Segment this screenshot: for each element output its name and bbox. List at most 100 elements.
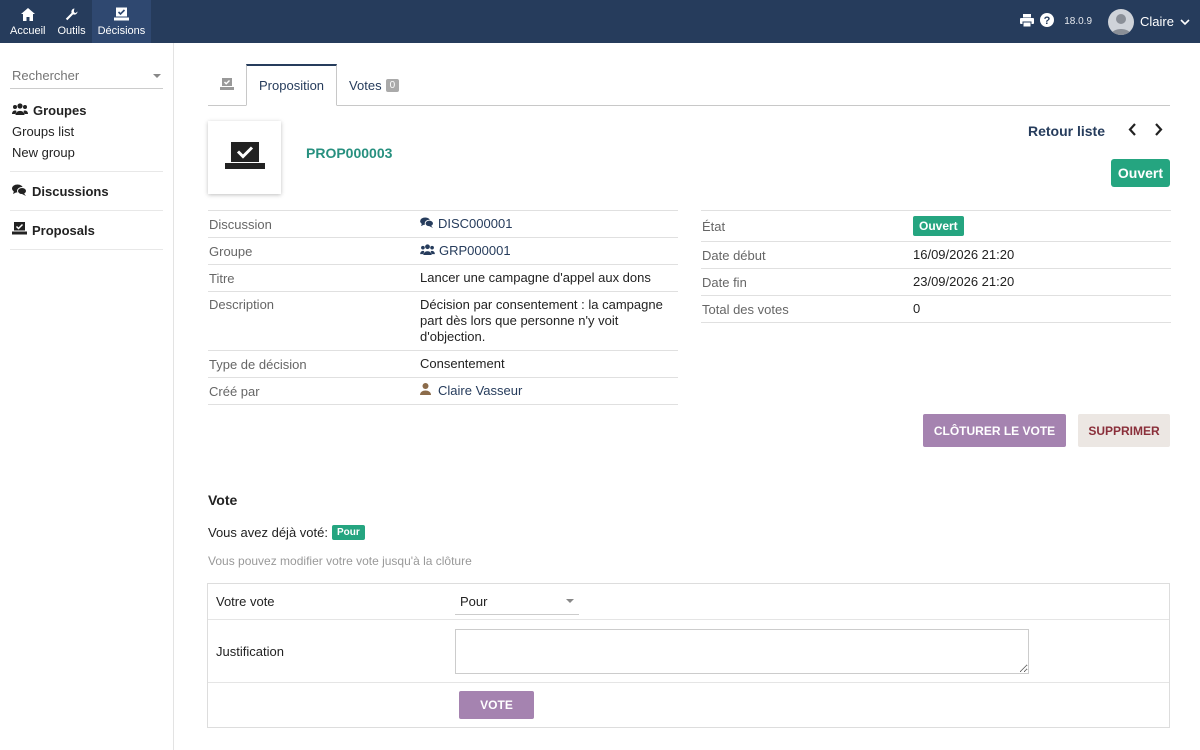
nav-decisions[interactable]: Décisions (91, 0, 152, 43)
prop-value-date-fin: 23/09/2026 21:20 (913, 274, 1015, 289)
tab-proposition[interactable]: Proposition (246, 64, 338, 106)
nav-outils-label: Outils (57, 25, 86, 37)
already-voted-label: Vous avez déjà voté: (208, 525, 328, 540)
sidebar-item-new-group[interactable]: New group (12, 142, 161, 163)
avatar[interactable] (1108, 8, 1135, 35)
votes-count-badge: 0 (385, 78, 400, 92)
status-badge: Ouvert (913, 216, 964, 236)
chevron-down-icon (566, 599, 574, 603)
menu-discussions: Discussions (10, 172, 163, 211)
creator-name: Claire Vasseur (438, 383, 523, 398)
justification-textarea[interactable] (455, 628, 1029, 674)
vote-select[interactable]: Pour (455, 588, 579, 615)
wrench-icon (65, 6, 78, 22)
prop-row-discussion: Discussion DISC000001 (208, 211, 678, 238)
field-label: Justification (216, 643, 284, 659)
sidebar-item-discussions[interactable]: Discussions (12, 180, 161, 202)
user-icon (420, 383, 431, 399)
sidebar-item-proposals[interactable]: Proposals (12, 219, 161, 241)
search-input[interactable] (12, 68, 132, 83)
help-icon[interactable]: ? (1040, 13, 1055, 30)
prop-row-type: Type de décision Consentement (208, 351, 678, 378)
group-ref: GRP000001 (439, 243, 511, 258)
chevron-down-icon[interactable] (1180, 14, 1190, 29)
prop-value-etat: Ouvert (913, 216, 1171, 236)
prop-label: Créé par (209, 383, 260, 399)
prop-row-groupe: Groupe GRP000001 (208, 238, 678, 265)
top-bar: Accueil Outils Décisions ? 18.0.9 Claire (0, 0, 1200, 43)
vote-box-icon (12, 222, 27, 238)
vote-select-value: Pour (460, 593, 488, 609)
svg-text:?: ? (1044, 15, 1051, 27)
prop-value-type: Consentement (420, 356, 505, 371)
already-voted-line: Vous avez déjà voté: Pour (208, 525, 365, 540)
sidebar: Groupes Groups list New group Discussion… (0, 43, 174, 750)
prop-label: État (702, 218, 726, 234)
prop-label: Groupe (209, 243, 253, 259)
sidebar-item-groups-list[interactable]: Groups list (12, 121, 161, 142)
menu-proposals: Proposals (10, 211, 163, 250)
sidebar-item-groupes-label: Groupes (33, 102, 87, 118)
vote-box-icon (113, 6, 129, 22)
main-content: Proposition Votes 0 PROP000003 Retour li… (174, 43, 1200, 750)
vote-section-title: Vote (208, 492, 238, 508)
tab-bar: Proposition Votes 0 (208, 64, 1170, 106)
prop-row-etat: État Ouvert (701, 211, 1171, 242)
record-navigation (1126, 121, 1164, 137)
prop-value-date-debut: 16/09/2026 21:20 (913, 247, 1015, 262)
nav-outils[interactable]: Outils (51, 0, 91, 43)
form-row-vote: Votre vote Pour (208, 584, 1169, 620)
delete-button[interactable]: SUPPRIMER (1078, 414, 1170, 447)
chevron-left-icon[interactable] (1126, 121, 1138, 137)
sidebar-search[interactable] (10, 63, 163, 89)
comments-icon (420, 216, 434, 232)
vote-submit-button[interactable]: VOTE (459, 691, 534, 719)
sidebar-item-discussions-label: Discussions (32, 183, 109, 199)
prop-row-total-votes: Total des votes 0 (701, 296, 1171, 323)
field-label: Votre vote (216, 594, 275, 609)
prop-value-description: Décision par consentement : la campagne … (420, 297, 663, 344)
vote-box-icon (220, 77, 234, 93)
prop-row-date-fin: Date fin 23/09/2026 21:20 (701, 269, 1171, 296)
comments-icon (12, 184, 27, 199)
prop-value-total-votes: 0 (913, 301, 921, 316)
proposal-image (208, 121, 281, 194)
nav-decisions-label: Décisions (97, 25, 146, 37)
version-label: 18.0.9 (1064, 16, 1093, 27)
user-name[interactable]: Claire (1140, 14, 1174, 29)
creator-link[interactable]: Claire Vasseur (420, 383, 678, 399)
prop-row-date-debut: Date début 16/09/2026 21:20 (701, 242, 1171, 269)
properties-left: Discussion DISC000001 Groupe GRP000001 T… (208, 210, 678, 405)
prop-label: Date début (702, 247, 766, 263)
close-vote-button[interactable]: CLÔTURER LE VOTE (923, 414, 1066, 447)
prop-label: Discussion (209, 216, 272, 232)
back-to-list-link[interactable]: Retour liste (1028, 123, 1105, 139)
vote-form: Votre vote Pour Justification VOTE (207, 583, 1170, 728)
form-row-submit: VOTE (208, 683, 1169, 727)
vote-hint: Vous pouvez modifier votre vote jusqu'à … (208, 554, 472, 568)
home-icon (20, 6, 35, 22)
prop-label: Date fin (702, 274, 747, 290)
print-icon[interactable] (1020, 13, 1035, 30)
discussion-link[interactable]: DISC000001 (420, 216, 678, 232)
prop-row-cree-par: Créé par Claire Vasseur (208, 378, 678, 405)
top-right-tools: ? 18.0.9 Claire (1020, 0, 1190, 43)
prop-label: Type de décision (209, 356, 307, 372)
current-vote-badge: Pour (331, 525, 365, 540)
chevron-down-icon[interactable] (153, 73, 161, 78)
nav-accueil-label: Accueil (10, 25, 46, 37)
form-row-justification: Justification (208, 620, 1169, 683)
prop-label: Total des votes (702, 301, 789, 317)
tab-votes[interactable]: Votes 0 (337, 64, 411, 106)
sidebar-item-proposals-label: Proposals (32, 222, 95, 238)
group-link[interactable]: GRP000001 (420, 243, 678, 259)
menu-groupes: Groupes Groups list New group (10, 89, 163, 172)
tab-icon-home[interactable] (208, 64, 246, 106)
sidebar-item-groupes[interactable]: Groupes (12, 99, 161, 121)
chevron-right-icon[interactable] (1152, 121, 1164, 137)
prop-label: Titre (209, 270, 235, 286)
nav-accueil[interactable]: Accueil (4, 0, 51, 43)
prop-row-description: Description Décision par consentement : … (208, 292, 678, 351)
users-icon (420, 243, 435, 259)
discussion-ref: DISC000001 (438, 216, 513, 231)
